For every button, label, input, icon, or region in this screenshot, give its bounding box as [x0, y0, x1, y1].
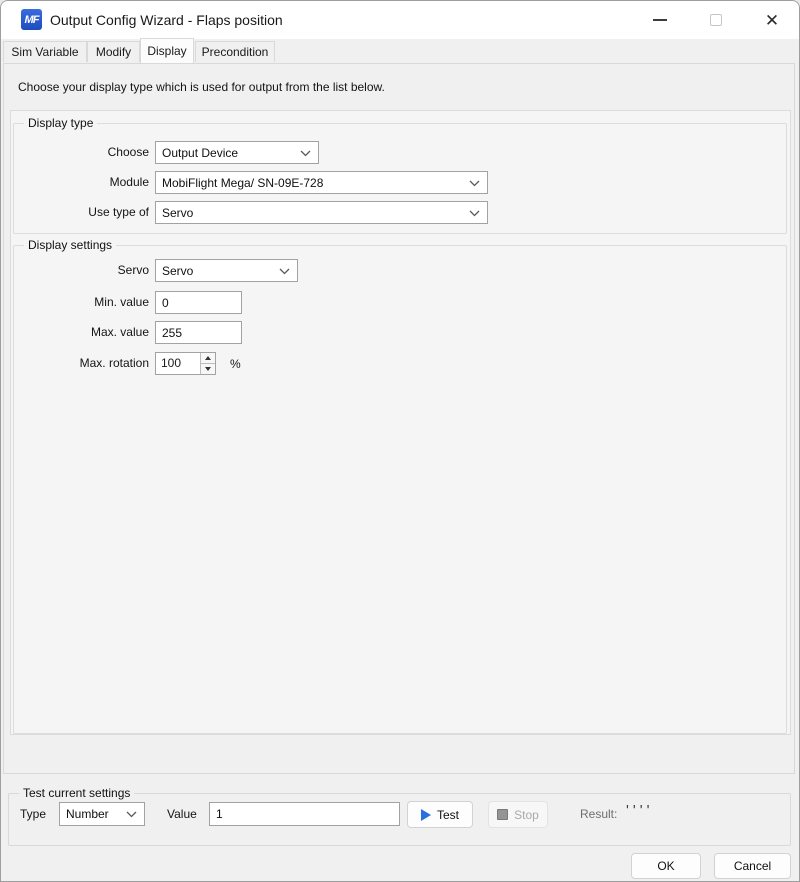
- tab-precondition[interactable]: Precondition: [195, 41, 275, 62]
- max-value-input[interactable]: [155, 321, 242, 344]
- tab-modify[interactable]: Modify: [87, 41, 140, 62]
- stop-button: Stop: [488, 801, 548, 828]
- max-rotation-stepper[interactable]: 100: [155, 352, 216, 375]
- choose-combobox[interactable]: Output Device: [155, 141, 319, 164]
- display-type-groupbox: Display type Choose Output Device Module…: [13, 123, 787, 234]
- test-type-combobox-value: Number: [66, 807, 109, 821]
- servo-label: Servo: [32, 263, 149, 277]
- maximize-button: [700, 4, 732, 36]
- display-tab-page: Choose your display type which is used f…: [3, 63, 795, 774]
- window-title: Output Config Wizard - Flaps position: [50, 12, 283, 28]
- maximize-icon: [710, 14, 722, 26]
- servo-combobox-value: Servo: [162, 264, 193, 278]
- module-combobox-value: MobiFlight Mega/ SN-09E-728: [162, 176, 323, 190]
- choose-label: Choose: [32, 145, 149, 159]
- min-value-input[interactable]: [155, 291, 242, 314]
- stop-button-label: Stop: [514, 808, 539, 822]
- max-rotation-unit: %: [230, 357, 241, 371]
- module-label: Module: [32, 175, 149, 189]
- stepper-up-button[interactable]: [201, 353, 215, 363]
- min-value-label: Min. value: [32, 295, 149, 309]
- use-type-of-label: Use type of: [32, 205, 149, 219]
- value-label: Value: [167, 807, 197, 821]
- max-rotation-value: 100: [156, 353, 200, 374]
- chevron-down-icon: [469, 210, 480, 217]
- tab-display[interactable]: Display: [140, 38, 194, 63]
- display-type-group-title: Display type: [24, 116, 97, 130]
- mobiflight-app-icon: MF: [21, 9, 42, 30]
- module-combobox[interactable]: MobiFlight Mega/ SN-09E-728: [155, 171, 488, 194]
- use-type-of-combobox-value: Servo: [162, 206, 193, 220]
- play-icon: [421, 809, 431, 821]
- chevron-down-icon: [300, 150, 311, 157]
- titlebar: MF Output Config Wizard - Flaps position…: [1, 1, 799, 39]
- close-icon: ✕: [765, 12, 779, 29]
- display-description: Choose your display type which is used f…: [18, 80, 385, 94]
- tabstrip: Sim Variable Modify Display Precondition: [1, 38, 799, 63]
- minimize-button[interactable]: [644, 4, 676, 36]
- stop-icon: [497, 809, 508, 820]
- stepper-down-button[interactable]: [201, 363, 215, 374]
- choose-combobox-value: Output Device: [162, 146, 238, 160]
- test-group-title: Test current settings: [19, 786, 134, 800]
- test-current-settings-groupbox: Test current settings Type Number Value …: [8, 793, 791, 846]
- arrow-down-icon: [205, 367, 211, 371]
- test-type-combobox[interactable]: Number: [59, 802, 145, 826]
- close-button[interactable]: ✕: [756, 4, 788, 36]
- max-rotation-label: Max. rotation: [32, 356, 149, 370]
- stepper-buttons: [200, 353, 215, 374]
- result-value: '''': [626, 802, 653, 819]
- max-value-label: Max. value: [32, 325, 149, 339]
- chevron-down-icon: [126, 811, 137, 818]
- result-label: Result:: [580, 807, 617, 821]
- servo-combobox[interactable]: Servo: [155, 259, 298, 282]
- test-button-label: Test: [437, 808, 459, 822]
- cancel-button[interactable]: Cancel: [714, 853, 791, 879]
- ok-button[interactable]: OK: [631, 853, 701, 879]
- type-label: Type: [20, 807, 46, 821]
- tab-sim-variable[interactable]: Sim Variable: [3, 41, 87, 62]
- use-type-of-combobox[interactable]: Servo: [155, 201, 488, 224]
- output-config-wizard-window: MF Output Config Wizard - Flaps position…: [0, 0, 800, 882]
- minimize-icon: [653, 19, 667, 21]
- arrow-up-icon: [205, 356, 211, 360]
- chevron-down-icon: [469, 180, 480, 187]
- display-settings-group-title: Display settings: [24, 238, 116, 252]
- test-value-input[interactable]: [209, 802, 400, 826]
- display-settings-groupbox: Display settings Servo Servo Min. value …: [13, 245, 787, 734]
- test-button[interactable]: Test: [407, 801, 473, 828]
- chevron-down-icon: [279, 268, 290, 275]
- display-settings-panel: Display type Choose Output Device Module…: [10, 110, 791, 735]
